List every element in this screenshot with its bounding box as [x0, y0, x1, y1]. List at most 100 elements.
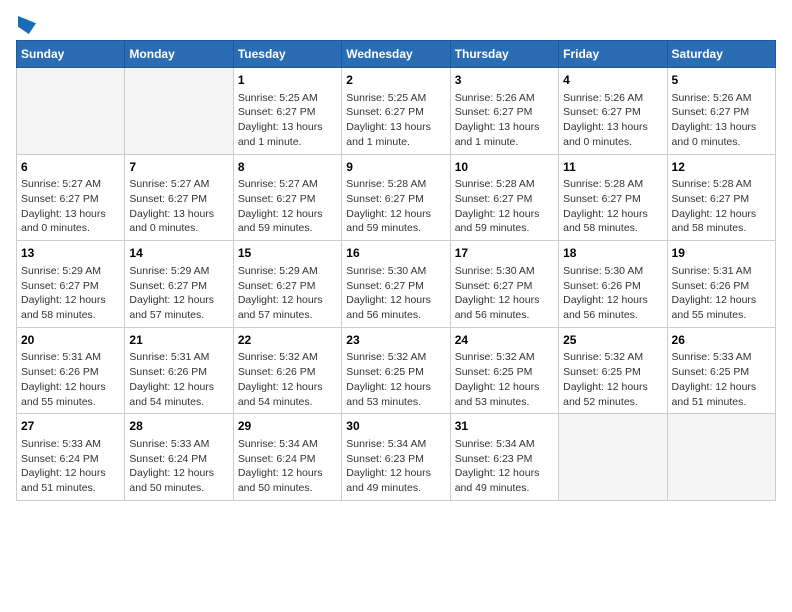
- calendar-cell: 31 Sunrise: 5:34 AMSunset: 6:23 PMDayligh…: [450, 414, 558, 501]
- day-number: 24: [455, 332, 554, 349]
- calendar-cell: 20Sunrise: 5:31 AMSunset: 6:26 PMDayligh…: [17, 327, 125, 414]
- day-detail: Sunrise: 5:26 AMSunset: 6:27 PMDaylight:…: [563, 91, 662, 150]
- day-number: 5: [672, 72, 771, 89]
- calendar-cell: 2 Sunrise: 5:25 AMSunset: 6:27 PMDaylight…: [342, 68, 450, 155]
- calendar-cell: [559, 414, 667, 501]
- day-detail: Sunrise: 5:27 AMSunset: 6:27 PMDaylight:…: [129, 177, 228, 236]
- day-number: 3: [455, 72, 554, 89]
- day-number: 21: [129, 332, 228, 349]
- calendar-week-row: 1 Sunrise: 5:25 AMSunset: 6:27 PMDaylight…: [17, 68, 776, 155]
- day-number: 10: [455, 159, 554, 176]
- day-detail: Sunrise: 5:30 AMSunset: 6:27 PMDaylight:…: [455, 264, 554, 323]
- header: [16, 16, 776, 30]
- day-number: 20: [21, 332, 120, 349]
- day-number: 11: [563, 159, 662, 176]
- day-number: 31: [455, 418, 554, 435]
- day-number: 1: [238, 72, 337, 89]
- day-detail: Sunrise: 5:31 AMSunset: 6:26 PMDaylight:…: [21, 350, 120, 409]
- day-detail: Sunrise: 5:32 AMSunset: 6:25 PMDaylight:…: [455, 350, 554, 409]
- calendar-cell: 23Sunrise: 5:32 AMSunset: 6:25 PMDayligh…: [342, 327, 450, 414]
- day-detail: Sunrise: 5:34 AMSunset: 6:23 PMDaylight:…: [455, 437, 554, 496]
- day-number: 29: [238, 418, 337, 435]
- calendar-cell: [667, 414, 775, 501]
- day-number: 30: [346, 418, 445, 435]
- calendar-cell: 5 Sunrise: 5:26 AMSunset: 6:27 PMDaylight…: [667, 68, 775, 155]
- calendar-cell: 8Sunrise: 5:27 AMSunset: 6:27 PMDaylight…: [233, 154, 341, 241]
- calendar-cell: 7Sunrise: 5:27 AMSunset: 6:27 PMDaylight…: [125, 154, 233, 241]
- calendar-cell: 13Sunrise: 5:29 AMSunset: 6:27 PMDayligh…: [17, 241, 125, 328]
- day-number: 22: [238, 332, 337, 349]
- day-detail: Sunrise: 5:31 AMSunset: 6:26 PMDaylight:…: [129, 350, 228, 409]
- day-number: 27: [21, 418, 120, 435]
- day-detail: Sunrise: 5:32 AMSunset: 6:26 PMDaylight:…: [238, 350, 337, 409]
- calendar-cell: 18 Sunrise: 5:30 AMSunset: 6:26 PMDayligh…: [559, 241, 667, 328]
- day-detail: Sunrise: 5:28 AMSunset: 6:27 PMDaylight:…: [563, 177, 662, 236]
- day-number: 7: [129, 159, 228, 176]
- day-detail: Sunrise: 5:25 AMSunset: 6:27 PMDaylight:…: [238, 91, 337, 150]
- day-detail: Sunrise: 5:28 AMSunset: 6:27 PMDaylight:…: [346, 177, 445, 236]
- day-detail: Sunrise: 5:28 AMSunset: 6:27 PMDaylight:…: [455, 177, 554, 236]
- day-detail: Sunrise: 5:30 AMSunset: 6:26 PMDaylight:…: [563, 264, 662, 323]
- day-detail: Sunrise: 5:31 AMSunset: 6:26 PMDaylight:…: [672, 264, 771, 323]
- calendar-cell: 21Sunrise: 5:31 AMSunset: 6:26 PMDayligh…: [125, 327, 233, 414]
- calendar-week-row: 6Sunrise: 5:27 AMSunset: 6:27 PMDaylight…: [17, 154, 776, 241]
- calendar-cell: 28 Sunrise: 5:33 AMSunset: 6:24 PMDayligh…: [125, 414, 233, 501]
- calendar-cell: 12Sunrise: 5:28 AMSunset: 6:27 PMDayligh…: [667, 154, 775, 241]
- calendar: SundayMondayTuesdayWednesdayThursdayFrid…: [16, 40, 776, 501]
- calendar-cell: 14Sunrise: 5:29 AMSunset: 6:27 PMDayligh…: [125, 241, 233, 328]
- calendar-cell: 10Sunrise: 5:28 AMSunset: 6:27 PMDayligh…: [450, 154, 558, 241]
- day-number: 9: [346, 159, 445, 176]
- day-detail: Sunrise: 5:27 AMSunset: 6:27 PMDaylight:…: [238, 177, 337, 236]
- day-detail: Sunrise: 5:30 AMSunset: 6:27 PMDaylight:…: [346, 264, 445, 323]
- day-number: 12: [672, 159, 771, 176]
- day-number: 15: [238, 245, 337, 262]
- day-detail: Sunrise: 5:29 AMSunset: 6:27 PMDaylight:…: [238, 264, 337, 323]
- calendar-cell: 19 Sunrise: 5:31 AMSunset: 6:26 PMDayligh…: [667, 241, 775, 328]
- calendar-cell: 11Sunrise: 5:28 AMSunset: 6:27 PMDayligh…: [559, 154, 667, 241]
- day-detail: Sunrise: 5:29 AMSunset: 6:27 PMDaylight:…: [129, 264, 228, 323]
- day-number: 28: [129, 418, 228, 435]
- day-number: 18: [563, 245, 662, 262]
- day-number: 23: [346, 332, 445, 349]
- weekday-header-saturday: Saturday: [667, 41, 775, 68]
- calendar-week-row: 27 Sunrise: 5:33 AMSunset: 6:24 PMDayligh…: [17, 414, 776, 501]
- calendar-cell: 22Sunrise: 5:32 AMSunset: 6:26 PMDayligh…: [233, 327, 341, 414]
- day-detail: Sunrise: 5:34 AMSunset: 6:23 PMDaylight:…: [346, 437, 445, 496]
- day-number: 4: [563, 72, 662, 89]
- day-detail: Sunrise: 5:26 AMSunset: 6:27 PMDaylight:…: [455, 91, 554, 150]
- day-detail: Sunrise: 5:33 AMSunset: 6:25 PMDaylight:…: [672, 350, 771, 409]
- weekday-header-thursday: Thursday: [450, 41, 558, 68]
- logo: [16, 16, 36, 30]
- calendar-cell: 1 Sunrise: 5:25 AMSunset: 6:27 PMDaylight…: [233, 68, 341, 155]
- logo-icon: [18, 16, 36, 34]
- weekday-header-monday: Monday: [125, 41, 233, 68]
- calendar-cell: 6Sunrise: 5:27 AMSunset: 6:27 PMDaylight…: [17, 154, 125, 241]
- calendar-cell: 29 Sunrise: 5:34 AMSunset: 6:24 PMDayligh…: [233, 414, 341, 501]
- day-number: 16: [346, 245, 445, 262]
- day-detail: Sunrise: 5:25 AMSunset: 6:27 PMDaylight:…: [346, 91, 445, 150]
- calendar-cell: 9Sunrise: 5:28 AMSunset: 6:27 PMDaylight…: [342, 154, 450, 241]
- day-number: 17: [455, 245, 554, 262]
- weekday-header-sunday: Sunday: [17, 41, 125, 68]
- day-number: 2: [346, 72, 445, 89]
- calendar-week-row: 13Sunrise: 5:29 AMSunset: 6:27 PMDayligh…: [17, 241, 776, 328]
- day-detail: Sunrise: 5:33 AMSunset: 6:24 PMDaylight:…: [21, 437, 120, 496]
- day-number: 19: [672, 245, 771, 262]
- day-detail: Sunrise: 5:26 AMSunset: 6:27 PMDaylight:…: [672, 91, 771, 150]
- day-detail: Sunrise: 5:29 AMSunset: 6:27 PMDaylight:…: [21, 264, 120, 323]
- day-detail: Sunrise: 5:33 AMSunset: 6:24 PMDaylight:…: [129, 437, 228, 496]
- day-detail: Sunrise: 5:28 AMSunset: 6:27 PMDaylight:…: [672, 177, 771, 236]
- calendar-cell: 15 Sunrise: 5:29 AMSunset: 6:27 PMDayligh…: [233, 241, 341, 328]
- weekday-header-tuesday: Tuesday: [233, 41, 341, 68]
- calendar-cell: 4 Sunrise: 5:26 AMSunset: 6:27 PMDaylight…: [559, 68, 667, 155]
- day-detail: Sunrise: 5:34 AMSunset: 6:24 PMDaylight:…: [238, 437, 337, 496]
- day-detail: Sunrise: 5:32 AMSunset: 6:25 PMDaylight:…: [346, 350, 445, 409]
- weekday-header-wednesday: Wednesday: [342, 41, 450, 68]
- calendar-cell: 30 Sunrise: 5:34 AMSunset: 6:23 PMDayligh…: [342, 414, 450, 501]
- weekday-header-friday: Friday: [559, 41, 667, 68]
- calendar-week-row: 20Sunrise: 5:31 AMSunset: 6:26 PMDayligh…: [17, 327, 776, 414]
- day-number: 25: [563, 332, 662, 349]
- weekday-header-row: SundayMondayTuesdayWednesdayThursdayFrid…: [17, 41, 776, 68]
- day-detail: Sunrise: 5:27 AMSunset: 6:27 PMDaylight:…: [21, 177, 120, 236]
- calendar-cell: 27 Sunrise: 5:33 AMSunset: 6:24 PMDayligh…: [17, 414, 125, 501]
